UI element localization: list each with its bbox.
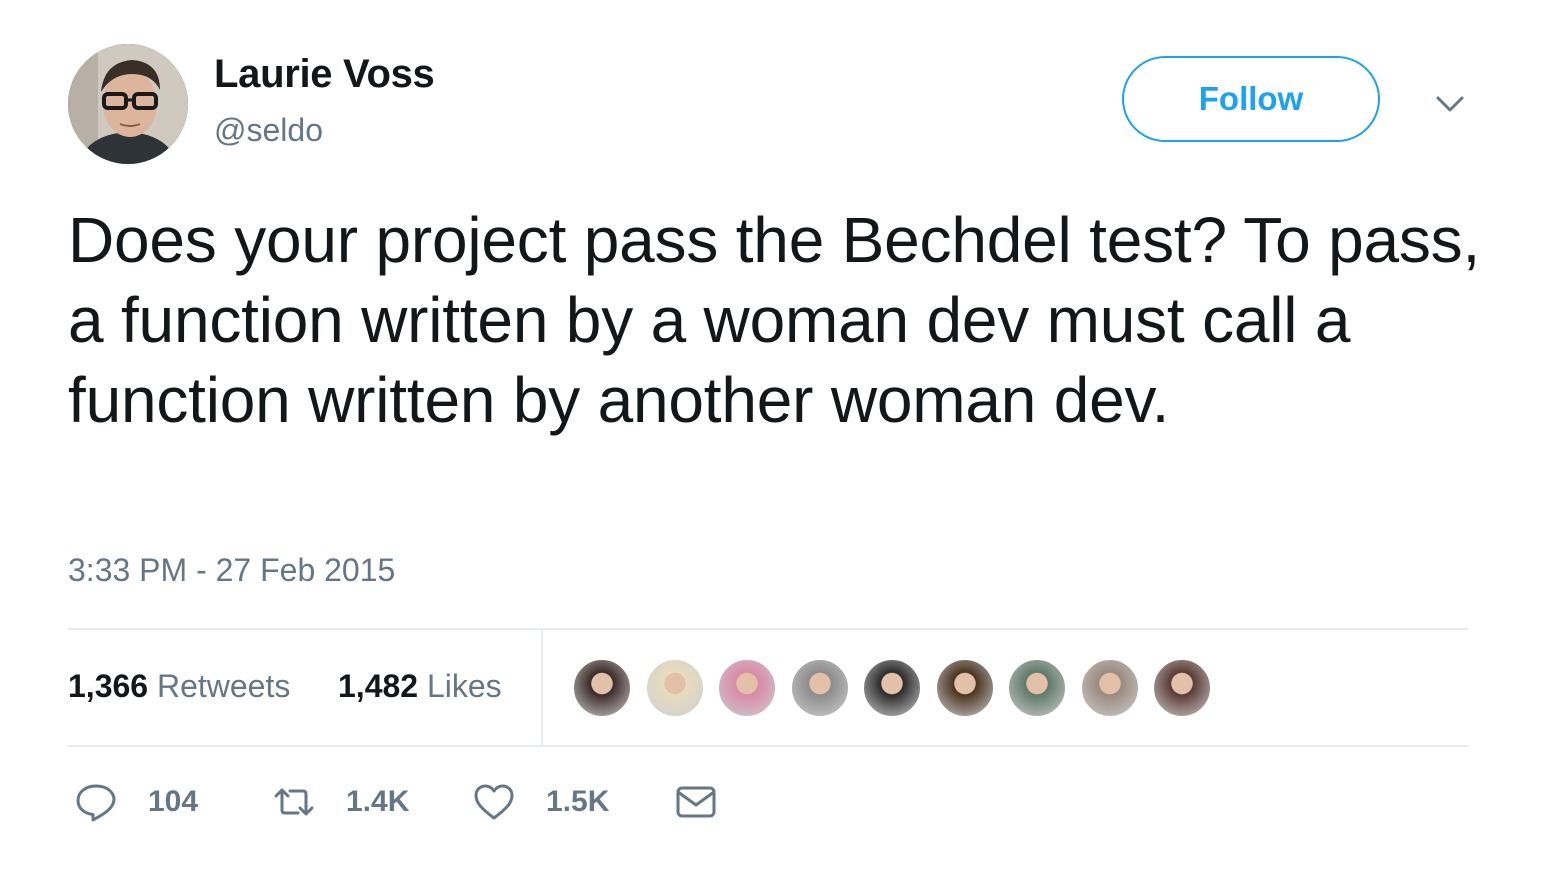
liker-avatar-9[interactable] xyxy=(1152,658,1212,718)
liker-avatar-5[interactable] xyxy=(862,658,922,718)
stats-divider-bottom xyxy=(68,745,1468,747)
like-label: Likes xyxy=(426,668,502,704)
stats-divider-vertical xyxy=(541,630,543,745)
liker-avatar-8[interactable] xyxy=(1079,658,1140,718)
like-action-count: 1.5K xyxy=(546,785,610,818)
avatar-portrait xyxy=(68,44,188,164)
liker-avatar-1[interactable] xyxy=(572,658,632,718)
heart-icon xyxy=(474,784,514,820)
like-count-stat[interactable]: 1,482 Likes xyxy=(338,668,502,705)
liker-avatar-7[interactable] xyxy=(1007,658,1067,718)
direct-message-button[interactable] xyxy=(674,780,718,824)
tweet-card: Laurie Voss @seldo Follow Does your proj… xyxy=(0,0,1546,890)
liker-avatar-3[interactable] xyxy=(717,658,777,718)
like-count: 1,482 xyxy=(338,668,419,704)
envelope-icon xyxy=(676,786,716,818)
retweet-count: 1,366 xyxy=(68,668,149,704)
retweet-label: Retweets xyxy=(156,668,291,704)
chevron-down-icon[interactable] xyxy=(1432,86,1468,122)
author-handle[interactable]: @seldo xyxy=(214,112,323,149)
tweet-timestamp[interactable]: 3:33 PM - 27 Feb 2015 xyxy=(68,552,395,589)
reply-icon xyxy=(76,784,116,822)
stats-divider-top xyxy=(68,628,1468,630)
liker-avatar-2[interactable] xyxy=(644,658,705,718)
reply-button[interactable]: 104 xyxy=(74,780,198,824)
retweet-button[interactable]: 1.4K xyxy=(272,780,409,824)
follow-button[interactable]: Follow xyxy=(1122,56,1380,142)
tweet-text: Does your project pass the Bechdel test?… xyxy=(68,204,1481,436)
author-display-name[interactable]: Laurie Voss xyxy=(214,52,435,97)
user-avatar[interactable] xyxy=(68,44,188,164)
like-button[interactable]: 1.5K xyxy=(472,780,609,824)
retweet-icon xyxy=(274,788,314,816)
retweet-action-count: 1.4K xyxy=(346,785,410,818)
liker-avatar-6[interactable] xyxy=(934,658,995,718)
retweet-count-stat[interactable]: 1,366 Retweets xyxy=(68,668,290,705)
reply-count: 104 xyxy=(148,785,199,818)
liker-avatar-4[interactable] xyxy=(789,658,850,718)
